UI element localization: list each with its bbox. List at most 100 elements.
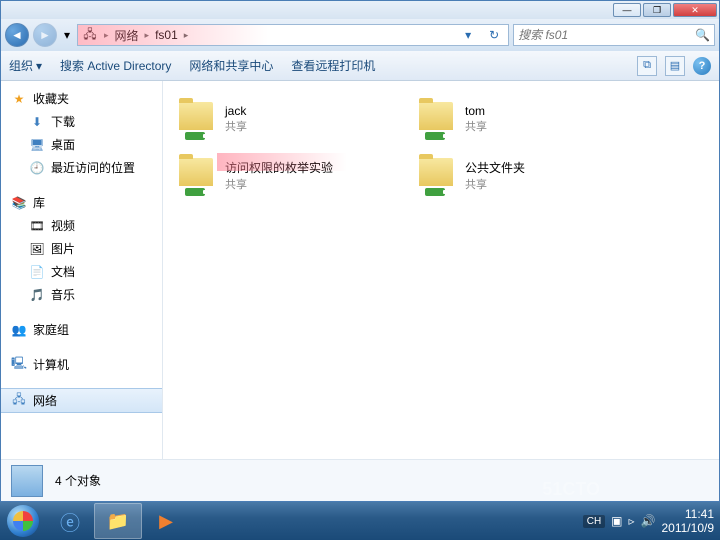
clock[interactable]: 11:41 2011/10/9 (662, 507, 715, 536)
address-bar[interactable]: 🖧 ▸ 网络 ▸ fs01 ▸ ▾ ↻ (77, 24, 509, 46)
sidebar-item-label: 网络 (33, 392, 57, 409)
breadcrumb-network[interactable]: 网络 (115, 27, 139, 44)
titlebar: — ❐ ✕ (1, 1, 719, 19)
status-bar: 4 个对象 (1, 459, 719, 501)
folder-name: jack (225, 104, 247, 118)
close-button[interactable]: ✕ (673, 3, 717, 17)
download-icon: ⬇ (29, 114, 45, 130)
library-icon: 📚 (11, 195, 27, 211)
forward-button[interactable]: ► (33, 23, 57, 47)
preview-pane-button[interactable]: ▤ (665, 56, 685, 76)
sidebar-item-label: 收藏夹 (33, 90, 69, 107)
taskbar-ie[interactable]: ⓔ (46, 503, 94, 539)
network-center-button[interactable]: 网络和共享中心 (189, 57, 273, 74)
folder-type: 共享 (465, 118, 487, 134)
search-box[interactable]: 🔍 (513, 24, 715, 46)
sidebar-item-label: 音乐 (51, 286, 75, 303)
sidebar-item-label: 桌面 (51, 136, 75, 153)
search-ad-button[interactable]: 搜索 Active Directory (60, 57, 171, 74)
refresh-button[interactable]: ↻ (484, 25, 504, 45)
video-icon: 🎞 (29, 218, 45, 234)
sidebar-item-label: 计算机 (33, 356, 69, 373)
folder-name: 公共文件夹 (465, 159, 525, 176)
organize-menu[interactable]: 组织 ▾ (9, 57, 42, 74)
navigation-bar: ◄ ► ▾ 🖧 ▸ 网络 ▸ fs01 ▸ ▾ ↻ 🔍 (1, 19, 719, 51)
document-icon: 📄 (29, 264, 45, 280)
taskbar-explorer[interactable]: 📁 (94, 503, 142, 539)
sidebar-item-label: 库 (33, 194, 45, 211)
address-dropdown[interactable]: ▾ (458, 25, 478, 45)
system-tray: 51CTO CH ▣ ▹ 🔊 11:41 2011/10/9 (577, 507, 720, 536)
folder-type: 共享 (465, 176, 525, 192)
sidebar-network[interactable]: 🖧 网络 (1, 388, 162, 413)
start-button[interactable] (0, 502, 46, 540)
sidebar-desktop[interactable]: 🖥 桌面 (1, 133, 162, 156)
breadcrumb-arrow: ▸ (145, 30, 150, 41)
breadcrumb-arrow: ▸ (184, 30, 189, 41)
view-printers-button[interactable]: 查看远程打印机 (291, 57, 375, 74)
sidebar-item-label: 下载 (51, 113, 75, 130)
help-button[interactable]: ? (693, 57, 711, 75)
folder-item[interactable]: 访问权限的枚举实验共享 (173, 151, 393, 199)
taskbar-mediaplayer[interactable]: ▶ (142, 503, 190, 539)
folder-type: 共享 (225, 176, 333, 192)
shared-folder-icon (415, 98, 457, 140)
sidebar-videos[interactable]: 🎞 视频 (1, 214, 162, 237)
shared-folder-icon (415, 154, 457, 196)
tray-network-icon[interactable]: ▹ (629, 514, 635, 528)
recent-icon: 🕘 (29, 160, 45, 176)
windows-orb-icon (7, 505, 39, 537)
sidebar-pictures[interactable]: 🖼 图片 (1, 237, 162, 260)
picture-icon: 🖼 (29, 241, 45, 257)
sidebar-homegroup[interactable]: 👥 家庭组 (1, 318, 162, 341)
tray-volume-icon[interactable]: 🔊 (641, 514, 656, 528)
sidebar-documents[interactable]: 📄 文档 (1, 260, 162, 283)
language-indicator[interactable]: CH (583, 515, 605, 528)
file-list: jack共享 tom共享 访问权限的枚举实验共享 公共文件夹共享 (163, 81, 719, 459)
folder-item[interactable]: jack共享 (173, 95, 393, 143)
sidebar-item-label: 文档 (51, 263, 75, 280)
sidebar-favorites[interactable]: ★ 收藏夹 (1, 87, 162, 110)
desktop-icon: 🖥 (29, 137, 45, 153)
status-icon (11, 465, 43, 497)
sidebar-item-label: 最近访问的位置 (51, 159, 135, 176)
folder-item[interactable]: 公共文件夹共享 (413, 151, 633, 199)
view-options-button[interactable]: ⧉ (637, 56, 657, 76)
shared-folder-icon (175, 98, 217, 140)
sidebar-item-label: 视频 (51, 217, 75, 234)
folder-item[interactable]: tom共享 (413, 95, 633, 143)
sidebar-libraries[interactable]: 📚库 (1, 191, 162, 214)
breadcrumb-arrow: ▸ (104, 30, 109, 41)
watermark: 51CTO (542, 479, 600, 500)
homegroup-icon: 👥 (11, 322, 27, 338)
search-icon[interactable]: 🔍 (695, 28, 710, 42)
network-icon: 🖧 (11, 393, 27, 409)
clock-time: 11:41 (662, 507, 715, 521)
item-count: 4 个对象 (55, 472, 101, 489)
sidebar-computer[interactable]: 🖳 计算机 (1, 353, 162, 376)
sidebar-downloads[interactable]: ⬇ 下载 (1, 110, 162, 133)
back-button[interactable]: ◄ (5, 23, 29, 47)
sidebar-item-label: 家庭组 (33, 321, 69, 338)
folder-name: 访问权限的枚举实验 (225, 159, 333, 176)
sidebar-music[interactable]: 🎵 音乐 (1, 283, 162, 306)
search-input[interactable] (518, 28, 691, 42)
command-bar: 组织 ▾ 搜索 Active Directory 网络和共享中心 查看远程打印机… (1, 51, 719, 81)
history-dropdown[interactable]: ▾ (61, 27, 73, 43)
clock-date: 2011/10/9 (662, 521, 715, 535)
maximize-button[interactable]: ❐ (643, 3, 671, 17)
navigation-pane: ★收藏夹 ⬇下载 🖥桌面 🕘最近访问的位置 📚库 🎞视频 🖼图片 📄文档 🎵音乐… (1, 81, 163, 459)
minimize-button[interactable]: — (613, 3, 641, 17)
breadcrumb-host[interactable]: fs01 (155, 28, 178, 42)
network-icon: 🖧 (82, 27, 98, 43)
computer-icon: 🖳 (11, 357, 27, 373)
music-icon: 🎵 (29, 287, 45, 303)
tray-flag-icon[interactable]: ▣ (611, 514, 622, 528)
shared-folder-icon (175, 154, 217, 196)
folder-type: 共享 (225, 118, 247, 134)
folder-name: tom (465, 104, 487, 118)
taskbar: ⓔ 📁 ▶ 51CTO CH ▣ ▹ 🔊 11:41 2011/10/9 (0, 502, 720, 540)
star-icon: ★ (11, 91, 27, 107)
sidebar-item-label: 图片 (51, 240, 75, 257)
sidebar-recent[interactable]: 🕘 最近访问的位置 (1, 156, 162, 179)
